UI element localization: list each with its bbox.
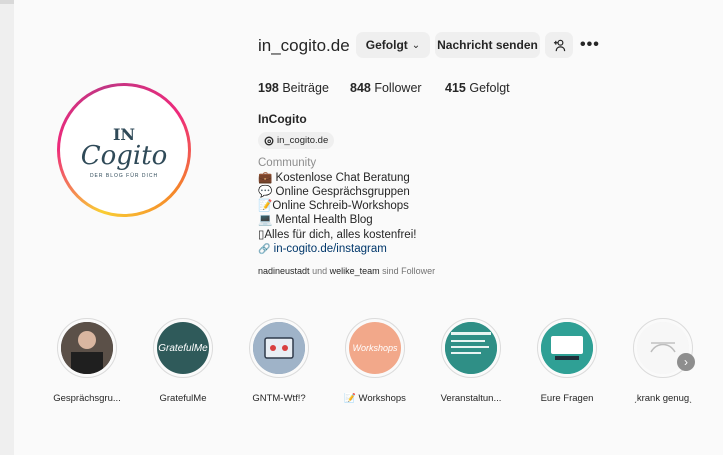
posts-count: 198 [258,81,279,95]
posts-stat: 198 Beiträge [258,81,329,95]
laptop-icon: 💻 [258,214,273,226]
follower-user-1[interactable]: nadineustadt [258,266,310,276]
chevron-down-icon: ⌄ [411,39,421,51]
avatar: IN Cogito DER BLOG FÜR DICH [64,90,184,210]
followers-label: Follower [374,81,422,95]
memo-icon: 📝 [258,200,273,212]
highlight-label: GratefulMe [159,393,207,404]
link-icon: 🔗 [258,244,271,255]
highlight-label: Gesprächsgru... [53,393,121,404]
following-label: Gefolgt [469,81,510,95]
bio-line-workshops: 📝Online Schreib-Workshops [258,198,409,212]
logo-tagline: DER BLOG FÜR DICH [89,173,159,179]
bio-line-groups: 💬 Online Gesprächsgruppen [258,184,410,198]
highlight-cover [541,322,593,374]
bio-line-chat: 💼 Kostenlose Chat Beratung [258,170,410,184]
profile-full-name: InCogito [258,112,307,126]
highlight-workshops[interactable]: Workshops [345,318,405,378]
event-flyer-icon [445,322,497,374]
followed-by-suffix: sind Follower [382,266,436,276]
followed-by-and: und [312,266,328,276]
highlight-cover: GratefulMe [157,322,209,374]
following-stat[interactable]: 415 Gefolgt [445,81,510,95]
follower-user-2[interactable]: welike_team [330,266,380,276]
highlight-eure-fragen[interactable] [537,318,597,378]
highlight-label: Eure Fragen [540,393,594,404]
highlight-cover [253,322,305,374]
highlight-label: ˏkrank genugˎ [633,393,693,404]
profile-username: in_cogito.de [258,36,350,55]
suggest-user-button[interactable] [545,32,573,58]
speech-bubble-icon: 💬 [258,186,273,198]
highlight-cover [445,322,497,374]
highlight-label: GNTM-Wtf!? [252,393,306,404]
threads-icon [264,136,274,145]
posts-label: Beiträge [282,81,329,95]
highlight-cover: Workshops [349,322,401,374]
profile-link[interactable]: 🔗 in-cogito.de/instagram [258,243,387,255]
profile-category: Community [258,157,317,169]
more-options-icon[interactable]: ••• [580,36,600,54]
highlight-gespraechsgruppen[interactable] [57,318,117,378]
highlight-gntm[interactable] [249,318,309,378]
bio-line-free: ▯Alles für dich, alles kostenfrei! [258,229,417,241]
tv-illustration-icon [253,322,305,374]
followers-stat[interactable]: 848 Follower [350,81,422,95]
add-user-icon [553,39,565,51]
highlight-label: 📝 Workshops [344,393,406,404]
threads-badge[interactable]: in_cogito.de [258,132,335,149]
logo-text-cogito: Cogito [80,141,168,171]
followers-count: 848 [350,81,371,95]
highlight-label: Veranstaltun... [440,393,502,404]
profile-link-text: in-cogito.de/instagram [273,243,387,255]
followed-by[interactable]: nadineustadt und welike_team sind Follow… [258,266,435,276]
highlight-veranstaltungen[interactable] [441,318,501,378]
person-photo-icon [61,322,113,374]
highlight-cover [61,322,113,374]
bio-text: Online Gesprächsgruppen [275,186,410,198]
briefcase-icon: 💼 [258,172,273,184]
question-card-icon [541,322,593,374]
threads-handle: in_cogito.de [277,135,329,146]
highlight-gratefulme[interactable]: GratefulMe [153,318,213,378]
chevron-right-icon[interactable]: › [677,353,695,371]
following-button-label: Gefolgt [365,38,408,52]
following-button[interactable]: Gefolgt ⌄ [356,32,430,58]
profile-avatar-ring[interactable]: IN Cogito DER BLOG FÜR DICH [57,83,191,217]
following-count: 415 [445,81,466,95]
bio-text: Kostenlose Chat Beratung [275,172,410,184]
bio-text: Mental Health Blog [275,214,373,226]
message-button[interactable]: Nachricht senden [435,32,540,58]
bio-line-blog: 💻 Mental Health Blog [258,212,373,226]
bio-text: Online Schreib-Workshops [272,200,409,212]
